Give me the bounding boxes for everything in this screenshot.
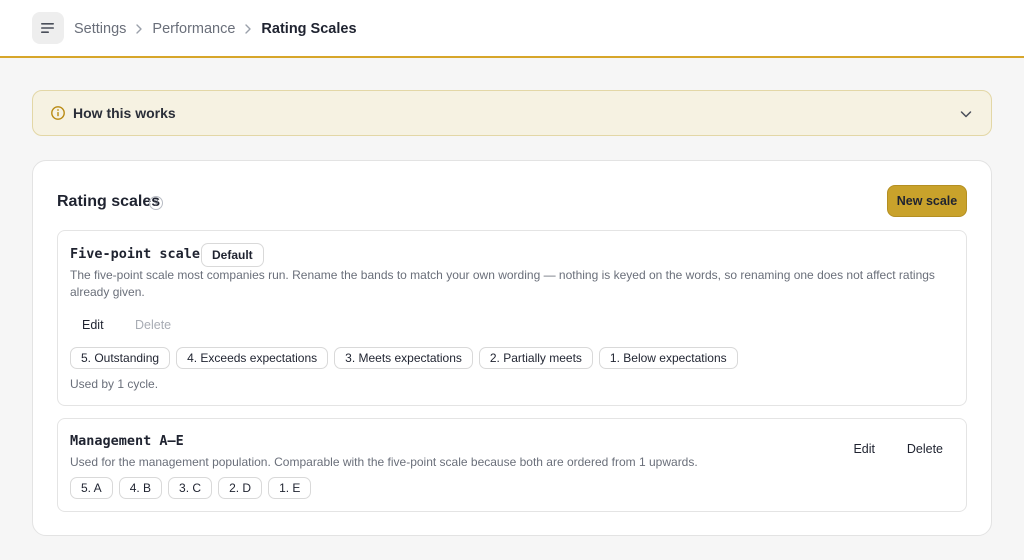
scale-name: Five-point scale <box>70 246 201 262</box>
edit-scale-button[interactable]: Edit <box>842 439 886 459</box>
band-chip: 2. D <box>218 477 263 499</box>
new-scale-button[interactable]: New scale <box>887 185 967 217</box>
band-chip: 1. Below expectations <box>598 347 738 369</box>
band-chip: 3. C <box>168 477 213 499</box>
scale-card-five-point: Five-point scale Default The five-point … <box>57 230 967 406</box>
band-list: 5. Outstanding 4. Exceeds expectations 3… <box>70 347 738 369</box>
how-this-works-panel[interactable]: How this works <box>32 90 992 136</box>
breadcrumb-rating-scales: Rating Scales <box>261 21 357 37</box>
scale-card-management: Management A–E Used for the management p… <box>57 418 967 512</box>
chevron-right-icon <box>238 24 258 34</box>
band-chip: 1. E <box>268 477 312 499</box>
band-chip: 5. A <box>70 477 113 499</box>
delete-scale-button[interactable]: Delete <box>896 439 954 459</box>
band-chip: 3. Meets expectations <box>334 347 473 369</box>
help-icon[interactable]: ? <box>149 196 163 210</box>
info-icon <box>51 106 65 120</box>
chevron-right-icon <box>129 24 149 34</box>
breadcrumb-performance[interactable]: Performance <box>152 21 235 37</box>
breadcrumb: Settings Performance Rating Scales <box>74 19 357 39</box>
menu-lines-icon <box>41 23 54 33</box>
edit-scale-button[interactable]: Edit <box>71 315 115 335</box>
delete-scale-button: Delete <box>135 318 172 332</box>
scale-name: Management A–E <box>70 433 184 449</box>
how-this-works-label: How this works <box>73 105 176 121</box>
scale-description: The five-point scale most companies run.… <box>70 268 935 299</box>
scale-description: Used for the management population. Comp… <box>70 455 698 469</box>
section-title: Rating scales <box>57 193 161 210</box>
band-chip: 2. Partially meets <box>478 347 593 369</box>
menu-toggle-button[interactable] <box>32 12 64 44</box>
top-bar: Settings Performance Rating Scales <box>0 0 1024 58</box>
default-badge: Default <box>201 243 264 267</box>
band-chip: 4. Exceeds expectations <box>176 347 329 369</box>
band-chip: 4. B <box>118 477 163 499</box>
breadcrumb-settings[interactable]: Settings <box>74 21 126 37</box>
chevron-down-icon[interactable] <box>959 107 973 121</box>
rating-scales-card: Rating scales ? New scale Five-point sca… <box>32 160 992 536</box>
band-list: 5. A 4. B 3. C 2. D 1. E <box>70 477 312 499</box>
band-chip: 5. Outstanding <box>70 347 171 369</box>
usage-text: Used by 1 cycle. <box>70 377 159 391</box>
